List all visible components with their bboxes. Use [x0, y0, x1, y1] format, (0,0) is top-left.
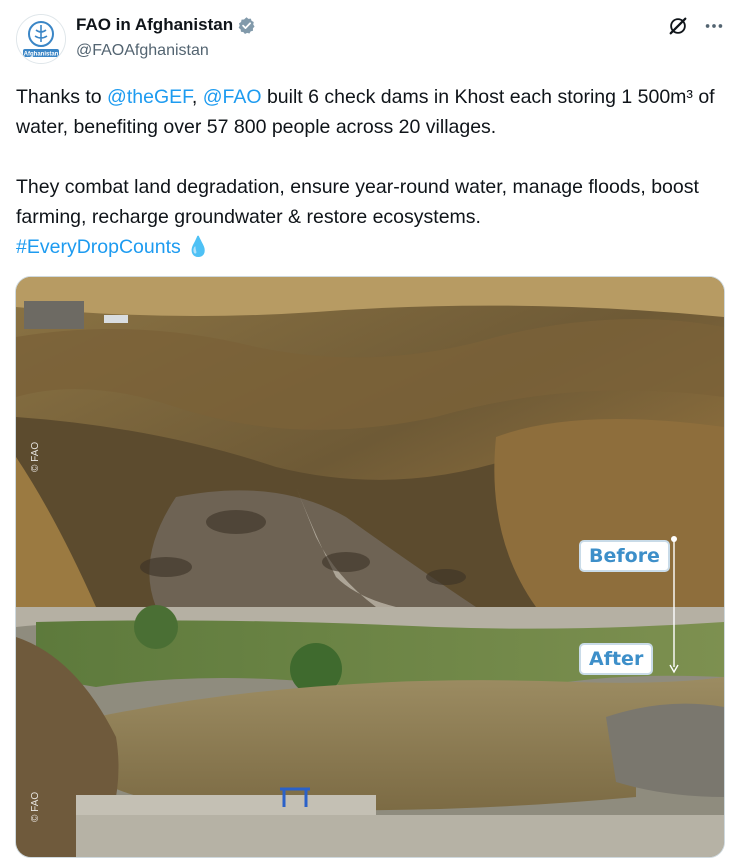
handle[interactable]: @FAOAfghanistan: [76, 40, 256, 62]
tweet-paragraph-1: Thanks to @theGEF, @FAO built 6 check da…: [16, 82, 728, 142]
mention-thegef[interactable]: @theGEF: [107, 86, 192, 108]
hashtag-everydropcounts[interactable]: #EveryDropCounts: [16, 236, 181, 258]
tweet-media-photo[interactable]: Before After © FAO © FAO: [15, 276, 725, 858]
text-span: ,: [191, 86, 203, 108]
mention-fao[interactable]: @FAO: [203, 86, 262, 108]
avatar-label: Afghanistan: [24, 52, 59, 58]
text-span: Thanks to: [16, 86, 108, 108]
tweet-header: Afghanistan FAO in Afghanistan @FAOAfgha…: [16, 12, 726, 68]
text-span: They combat land degradation, ensure yea…: [16, 176, 699, 228]
before-label: Before: [579, 540, 670, 572]
after-label: After: [579, 643, 654, 675]
tweet-text: Thanks to @theGEF, @FAO built 6 check da…: [16, 82, 728, 262]
tweet-paragraph-2: They combat land degradation, ensure yea…: [16, 172, 728, 262]
display-name[interactable]: FAO in Afghanistan: [76, 14, 233, 36]
avatar[interactable]: Afghanistan: [16, 14, 66, 64]
grok-icon[interactable]: [666, 14, 690, 38]
water-drop-emoji-icon: 💧: [186, 236, 211, 258]
copyright-bottom: © FAO: [30, 791, 41, 822]
more-icon[interactable]: [702, 14, 726, 38]
verified-badge-icon: [237, 16, 256, 35]
fao-logo-icon: Afghanistan: [17, 15, 65, 63]
copyright-top: © FAO: [30, 441, 41, 472]
